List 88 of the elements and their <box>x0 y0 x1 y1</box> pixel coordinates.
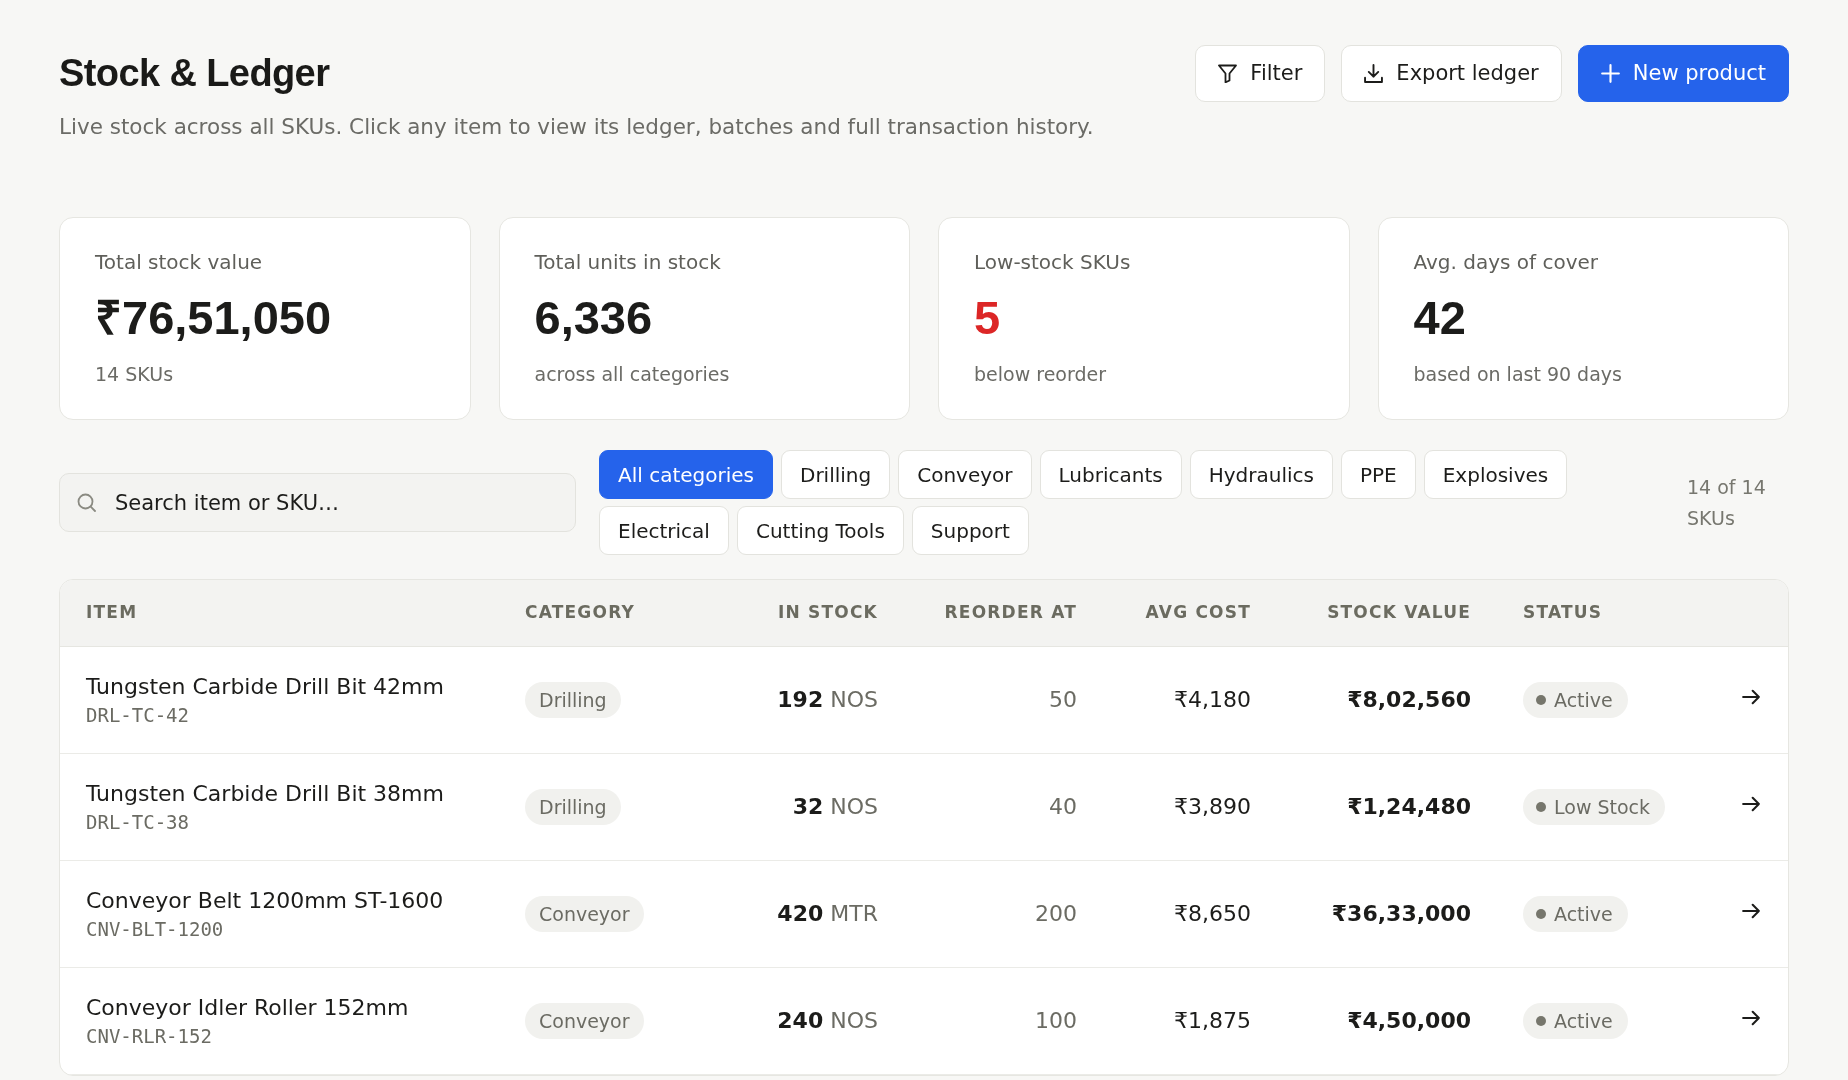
item-row[interactable]: Tungsten Carbide Drill Bit 42mm DRL-TC-42 Drilling 192 NOS 50 ₹4,180 ₹8,02,560 Active <box>60 646 1788 753</box>
category-chip[interactable]: Hydraulics <box>1189 450 1333 499</box>
arrow-right-icon[interactable] <box>1742 1010 1760 1026</box>
item-row[interactable]: Tungsten Carbide Drill Bit 38mm DRL-TC-38 Drilling 32 NOS 40 ₹3,890 ₹1,24,480 Low Stock <box>60 753 1788 860</box>
category-chip[interactable]: Conveyor <box>898 450 1032 499</box>
item-row[interactable]: Conveyor Belt 1200mm ST-1600 CNV-BLT-1200 Conveyor 420 MTR 200 ₹8,650 ₹36,33,000 Active <box>60 860 1788 967</box>
stock-unit: NOS <box>830 794 878 819</box>
arrow-right-icon[interactable] <box>1742 796 1760 812</box>
stat-value: ₹76,51,050 <box>95 290 333 346</box>
stat-label: Total units in stock <box>534 249 722 275</box>
category-tag: Drilling <box>525 681 621 718</box>
status-dot-icon <box>1536 802 1546 812</box>
stat-note: based on last 90 days <box>1413 362 1623 387</box>
item-name: Conveyor Belt 1200mm ST-1600 <box>86 886 444 915</box>
stock-quantity: 240 <box>777 1008 824 1033</box>
filter-button[interactable]: Filter <box>1195 45 1326 102</box>
page-title: Stock & Ledger <box>59 51 331 96</box>
item-name: Conveyor Idler Roller 152mm <box>86 993 409 1022</box>
item-row[interactable]: Conveyor Idler Roller 152mm CNV-RLR-152 Conveyor 240 NOS 100 ₹1,875 ₹4,50,000 Active <box>60 967 1788 1074</box>
stat-note: below reorder <box>974 362 1107 387</box>
status-label: Active <box>1554 1009 1613 1034</box>
export-button[interactable]: Export ledger <box>1341 45 1562 102</box>
average-cost: ₹1,875 <box>1174 1008 1251 1033</box>
reorder-level: 200 <box>1035 901 1077 926</box>
reorder-level: 100 <box>1035 1008 1077 1033</box>
category-tag: Conveyor <box>525 895 644 932</box>
page-subtitle: Live stock across all SKUs. Click any item to view its ledger, batches and full transaction history. <box>59 114 1094 140</box>
item-name: Tungsten Carbide Drill Bit 42mm <box>86 672 444 701</box>
status-dot-icon <box>1536 1016 1546 1026</box>
column-header: ITEM <box>60 580 499 646</box>
stat-value: 42 <box>1413 290 1467 346</box>
stock-value: ₹1,24,480 <box>1347 794 1471 819</box>
column-header: AVG COST <box>1103 580 1277 646</box>
category-chip[interactable]: Electrical <box>599 506 729 555</box>
column-header: IN STOCK <box>721 580 904 646</box>
stat-label: Low-stock SKUs <box>974 249 1132 275</box>
stat-note: 14 SKUs <box>95 362 175 387</box>
category-chip[interactable]: PPE <box>1340 450 1416 499</box>
column-header: STOCK VALUE <box>1277 580 1497 646</box>
category-chip[interactable]: Support <box>911 506 1029 555</box>
column-header: STATUS <box>1497 580 1701 646</box>
stat-value: 5 <box>974 290 1002 346</box>
sku-code: CNV-BLT-1200 <box>86 916 224 941</box>
column-header: CATEGORY <box>499 580 721 646</box>
status-label: Low Stock <box>1554 795 1651 820</box>
stock-value: ₹36,33,000 <box>1331 901 1471 926</box>
average-cost: ₹3,890 <box>1174 794 1251 819</box>
new-product-button[interactable]: New product <box>1577 45 1789 102</box>
category-tag: Drilling <box>525 788 621 825</box>
plus-icon <box>1600 64 1620 83</box>
arrow-right-icon[interactable] <box>1742 689 1760 705</box>
stock-unit: NOS <box>830 1008 878 1033</box>
reorder-level: 50 <box>1049 687 1077 712</box>
status-dot-icon <box>1536 695 1546 705</box>
stat-label: Total stock value <box>95 249 264 275</box>
download-icon <box>1364 64 1384 83</box>
stat-value: 6,336 <box>534 290 654 346</box>
stat-note: across all categories <box>534 362 731 387</box>
reorder-level: 40 <box>1049 794 1077 819</box>
stat-label: Avg. days of cover <box>1413 249 1600 275</box>
category-chip[interactable]: Drilling <box>781 450 891 499</box>
status-label: Active <box>1554 902 1613 927</box>
category-chip[interactable]: Lubricants <box>1039 450 1182 499</box>
sku-code: CNV-RLR-152 <box>86 1023 212 1048</box>
item-name: Tungsten Carbide Drill Bit 38mm <box>86 779 444 808</box>
search-icon <box>77 493 96 512</box>
column-header: REORDER AT <box>904 580 1103 646</box>
stock-quantity: 32 <box>792 794 824 819</box>
stock-unit: NOS <box>830 687 878 712</box>
stock-unit: MTR <box>830 901 878 926</box>
stock-value: ₹4,50,000 <box>1347 1008 1471 1033</box>
category-tag: Conveyor <box>525 1002 644 1039</box>
sku-code: DRL-TC-42 <box>86 702 189 727</box>
category-chip[interactable]: Cutting Tools <box>736 506 904 555</box>
sku-count: 14 of 14 SKUs <box>1687 474 1767 531</box>
arrow-right-icon[interactable] <box>1742 903 1760 919</box>
status-label: Active <box>1554 688 1613 713</box>
stock-quantity: 192 <box>777 687 824 712</box>
stock-value: ₹8,02,560 <box>1347 687 1471 712</box>
average-cost: ₹4,180 <box>1174 687 1251 712</box>
category-chip[interactable]: Explosives <box>1423 450 1568 499</box>
average-cost: ₹8,650 <box>1174 901 1251 926</box>
status-dot-icon <box>1536 909 1546 919</box>
search-field[interactable]: Search item or SKU… <box>59 473 576 532</box>
category-chip[interactable]: All categories <box>599 450 773 499</box>
sku-code: DRL-TC-38 <box>86 809 189 834</box>
filter-icon <box>1218 64 1238 83</box>
stock-quantity: 420 <box>777 901 824 926</box>
